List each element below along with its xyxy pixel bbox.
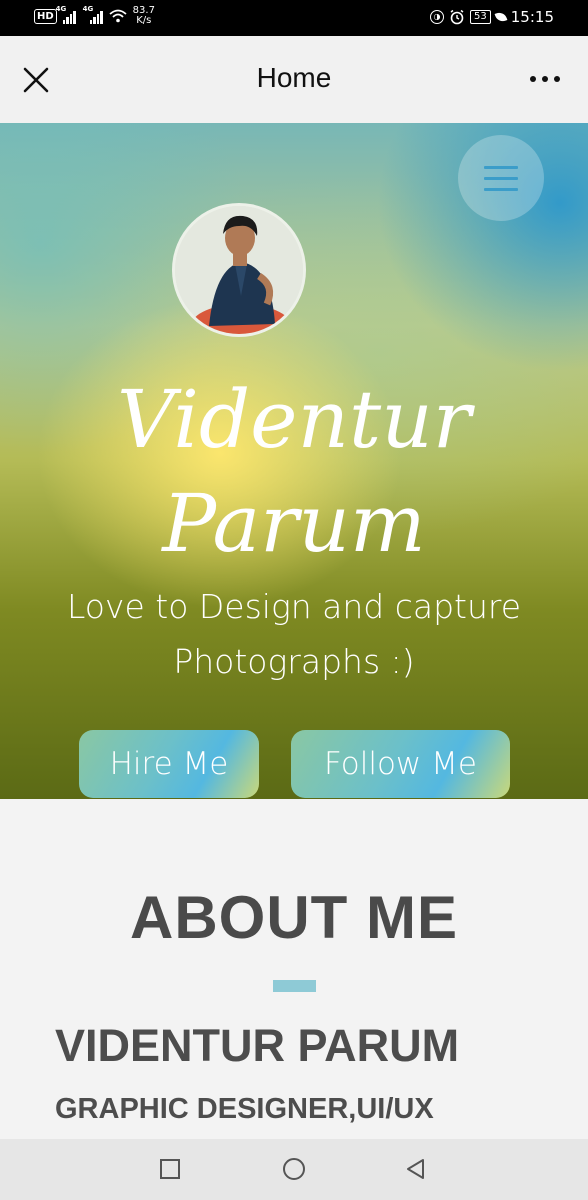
- about-title: ABOUT ME: [130, 884, 458, 951]
- hire-me-button[interactable]: Hire Me: [79, 730, 259, 798]
- profile-photo: [175, 206, 303, 334]
- battery-icon: 53: [470, 10, 491, 24]
- hero-section: Videntur Parum Love to Design and captur…: [0, 123, 588, 799]
- data-saver-icon: ◑: [430, 10, 445, 24]
- status-left: HD 4G 4G 83.7 K/s: [34, 5, 155, 26]
- follow-me-button[interactable]: Follow Me: [291, 730, 510, 798]
- about-name: VIDENTUR PARUM: [55, 1020, 460, 1071]
- navigation-bar: [0, 1139, 588, 1200]
- hero-tagline: Love to Design and capture Photographs :…: [40, 579, 548, 689]
- hero-name: Videntur Parum: [0, 368, 588, 576]
- power-saving-leaf-icon: [494, 10, 508, 24]
- hd-badge: HD: [34, 8, 57, 24]
- network-label-1: 4G: [55, 5, 67, 13]
- back-triangle-icon[interactable]: [404, 1157, 428, 1181]
- hero-name-line2: Parum: [162, 477, 426, 570]
- home-circle-icon[interactable]: [282, 1157, 306, 1181]
- network-speed: 83.7 K/s: [133, 6, 155, 26]
- app-bar: Home: [0, 36, 588, 123]
- avatar: [172, 203, 306, 337]
- about-role: GRAPHIC DESIGNER,UI/UX: [55, 1093, 434, 1125]
- alarm-icon: [450, 9, 464, 25]
- speed-unit: K/s: [136, 15, 152, 26]
- app-bar-title: Home: [256, 62, 332, 93]
- more-options-icon[interactable]: [530, 76, 560, 82]
- hamburger-menu-icon[interactable]: [458, 135, 544, 221]
- signal-icon-1: 4G: [56, 5, 76, 24]
- tagline-line1: Love to Design and capture: [66, 587, 522, 626]
- signal-icon-2: 4G: [83, 5, 103, 24]
- recent-apps-icon[interactable]: [158, 1157, 182, 1181]
- status-right: ◑ 53 15:15: [430, 8, 554, 26]
- wifi-icon: [109, 9, 127, 23]
- clock: 15:15: [510, 8, 554, 26]
- status-bar: HD 4G 4G 83.7 K/s ◑ 53 15:15: [0, 0, 588, 36]
- about-divider: [273, 980, 316, 992]
- hero-name-line1: Videntur: [117, 373, 471, 466]
- network-label-2: 4G: [82, 5, 94, 13]
- tagline-line2: Photographs :): [173, 642, 415, 681]
